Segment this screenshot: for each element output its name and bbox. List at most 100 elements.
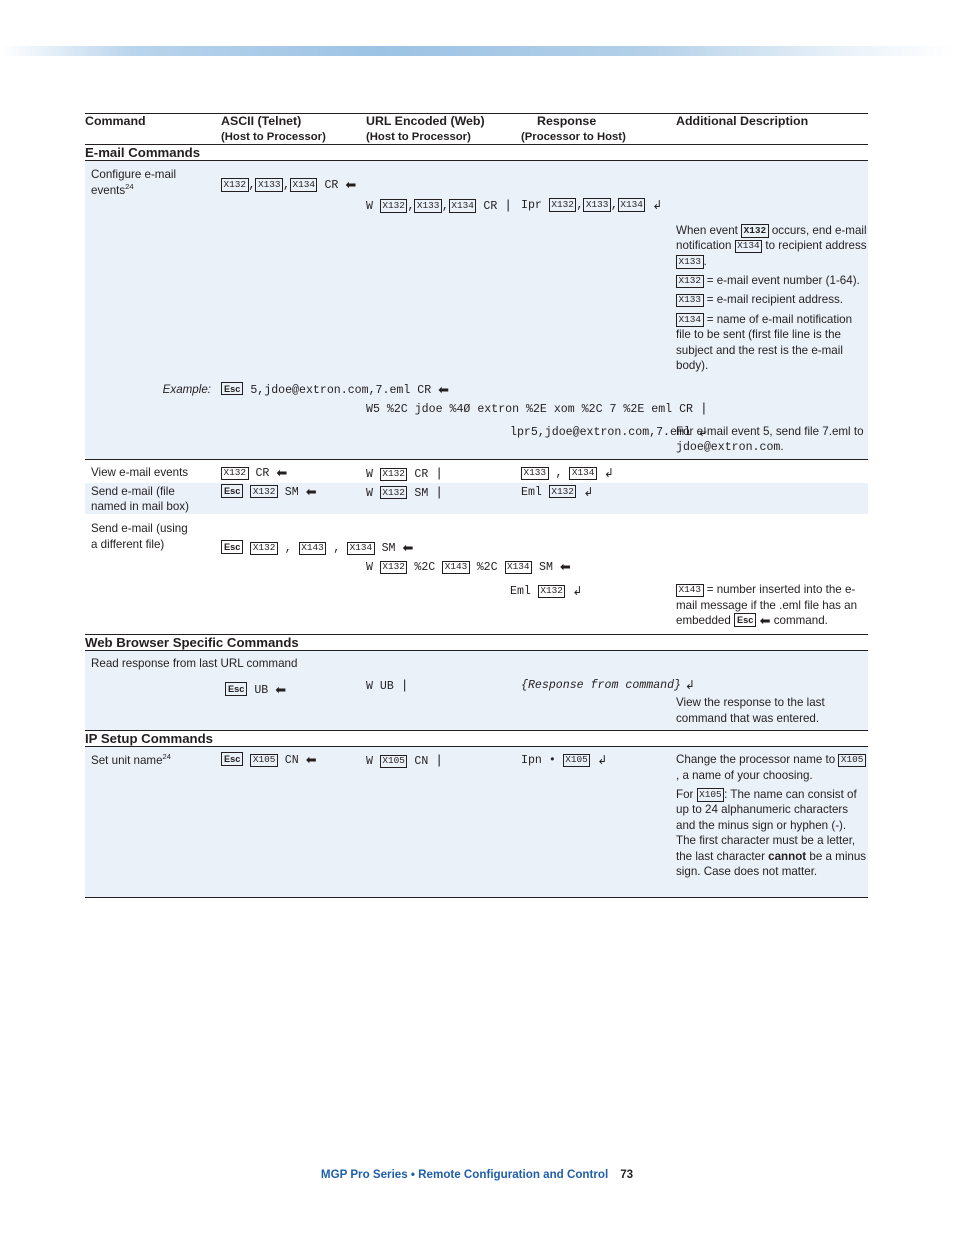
header-command: Command — [85, 113, 221, 145]
page-top-band — [0, 0, 954, 46]
cell-ascii-send-email-different: Esc X132 , X143 , X134 SM ⬅ — [221, 514, 413, 635]
syntax-ascii-read-response: Esc UB ⬅ — [91, 681, 366, 699]
header-url-title: URL Encoded (Web) — [366, 114, 485, 128]
cell-description-configure-email: When event X132 occurs, end e-mail notif… — [676, 160, 868, 377]
cell-ascii-set-unit-name: Esc X105 CN ⬅ — [221, 747, 366, 898]
cell-url-send-email-mailbox: W X132 SM | — [366, 483, 521, 515]
header-additional-description: Additional Description — [676, 113, 868, 145]
cell-ascii-configure-email: X132, X133, X134 CR ⬅ — [221, 160, 366, 377]
syntax-url-set-unit-name: W X105 CN | — [366, 753, 444, 769]
syntax-ascii-view-email: X132 CR ⬅ — [221, 466, 287, 481]
table-row-read-response: Read response from last URL command Esc … — [85, 650, 868, 731]
syntax-ascii-configure-email: X132, X133, X134 CR ⬅ — [221, 178, 356, 193]
cell-description-view-email — [676, 460, 868, 483]
cell-command-send-email-different: Send e-mail (using a different file) — [85, 514, 221, 635]
desc-set-unit-name-1: Change the processor name to X105, a nam… — [676, 752, 868, 783]
cell-url-set-unit-name: W X105 CN | — [366, 747, 521, 898]
desc-line-2: X132 = e-mail event number (1-64). — [676, 273, 868, 288]
header-command-title: Command — [85, 114, 146, 128]
cell-ascii-example: Esc 5,jdoe@extron.com,7.eml CR ⬅ — [221, 378, 449, 460]
description-example: For e-mail event 5, send file 7.eml to j… — [676, 424, 868, 456]
description-set-unit-name: Change the processor name to X105, a nam… — [676, 752, 868, 879]
description-configure-email: When event X132 occurs, end e-mail notif… — [676, 223, 868, 374]
table-row-configure-email-example: Example: Esc 5,jdoe@extron.com,7.eml CR … — [85, 377, 868, 460]
desc-read-response: View the response to the last command th… — [676, 696, 825, 725]
header-ascii-title: ASCII (Telnet) — [221, 114, 302, 128]
cell-description-send-email-mailbox — [676, 483, 868, 515]
section-header-email: E-mail Commands — [85, 144, 868, 161]
cell-response-send-email-mailbox: Eml X132 ↲ — [521, 483, 676, 515]
label-set-unit-name: Set unit name — [91, 753, 163, 767]
header-response-title: Response — [537, 114, 597, 128]
command-reference-table: Command ASCII (Telnet) (Host to Processo… — [85, 113, 868, 898]
example-label: Example: — [162, 382, 211, 396]
cell-ascii-send-email-mailbox: Esc X132 SM ⬅ — [221, 483, 366, 515]
label-send-email-different: Send e-mail (using a different file) — [91, 522, 188, 551]
syntax-response-read-response: {Response from command} ↲ — [521, 678, 695, 693]
cell-response-set-unit-name: Ipn • X105 ↲ — [521, 747, 676, 898]
desc-line-1: When event X132 occurs, end e-mail notif… — [676, 223, 867, 269]
section-header-web: Web Browser Specific Commands — [85, 634, 868, 652]
syntax-url-send-email-mailbox: W X132 SM | — [366, 484, 444, 500]
desc-set-unit-name-2: For X105: The name can consist of up to … — [676, 787, 867, 878]
cell-command-read-response: Read response from last URL command Esc … — [85, 651, 366, 731]
footer-page-number: 73 — [620, 1168, 634, 1181]
table-row-set-unit-name: Set unit name24 Esc X105 CN ⬅ W X105 CN … — [85, 746, 868, 898]
syntax-ascii-send-email-mailbox: Esc X132 SM ⬅ — [221, 483, 317, 500]
header-response: Response (Processor to Host) — [521, 113, 676, 145]
syntax-response-example: lpr5,jdoe@extron.com,7.eml ↲ — [510, 424, 708, 439]
table-row-configure-email: Configure e-mail events24 X132, X133, X134 … — [85, 160, 868, 378]
label-send-email-mailbox: Send e-mail (file named in mail box) — [91, 484, 189, 513]
syntax-response-set-unit-name: Ipn • X105 ↲ — [521, 753, 608, 768]
page-footer: MGP Pro Series • Remote Configuration an… — [0, 1168, 954, 1181]
table-row-send-email-different: Send e-mail (using a different file) Esc … — [85, 514, 868, 635]
desc-line-4: X134 = name of e-mail notification file … — [676, 312, 853, 373]
header-response-sub: (Processor to Host) — [521, 130, 626, 143]
footer-title: MGP Pro Series • Remote Configuration an… — [320, 1168, 609, 1181]
cell-response-view-email: X133 , X134 ↲ — [521, 460, 676, 483]
desc-send-email-different: X143 = number inserted into the e-mail m… — [676, 583, 858, 630]
header-url-sub: (Host to Processor) — [366, 130, 471, 143]
cell-ascii-view-email: X132 CR ⬅ — [221, 460, 366, 483]
desc-example-line: For e-mail event 5, send file 7.eml to j… — [676, 424, 864, 454]
document-page: Command ASCII (Telnet) (Host to Processo… — [0, 0, 954, 1235]
section-label-email: E-mail Commands — [85, 144, 868, 161]
footnote-ref-24a: 24 — [125, 182, 134, 192]
cell-description-read-response: View the response to the last command th… — [676, 651, 868, 731]
cell-url-configure-email: W X132, X133, X134 CR | — [366, 160, 521, 377]
cell-url-view-email: W X132 CR | — [366, 460, 521, 483]
syntax-response-send-email-different: Eml X132 ↲ — [510, 584, 583, 599]
header-url: URL Encoded (Web) (Host to Processor) — [366, 113, 521, 145]
syntax-ascii-example: Esc 5,jdoe@extron.com,7.eml CR ⬅ — [221, 381, 449, 398]
cell-example-label: Example: — [85, 378, 221, 460]
syntax-url-read-response: W UB | — [366, 678, 409, 694]
section-label-web: Web Browser Specific Commands — [85, 634, 868, 652]
header-ascii: ASCII (Telnet) (Host to Processor) — [221, 113, 366, 145]
syntax-url-view-email: W X132 CR | — [366, 466, 444, 482]
description-send-email-different: X143 = number inserted into the e-mail m… — [676, 582, 868, 630]
desc-line-3: X133 = e-mail recipient address. — [676, 292, 868, 308]
syntax-response-configure-email: Ipr X132, X133, X134 ↲ — [521, 197, 663, 212]
syntax-url-send-email-different: W X132 %2C X143 %2C X134 SM ⬅ — [366, 560, 571, 576]
table-row-view-email-events: View e-mail events X132 CR ⬅ W X132 CR |… — [85, 459, 868, 483]
cell-command-configure-email: Configure e-mail events24 — [85, 160, 221, 377]
section-header-ip: IP Setup Commands — [85, 730, 868, 748]
label-view-email-events: View e-mail events — [91, 466, 189, 480]
table-header-row: Command ASCII (Telnet) (Host to Processo… — [85, 113, 868, 145]
syntax-url-configure-email: W X132, X133, X134 CR | — [366, 197, 513, 213]
cell-response-read-response: {Response from command} ↲ — [521, 651, 695, 731]
syntax-ascii-send-email-different: Esc X132 , X143 , X134 SM ⬅ — [221, 540, 413, 556]
syntax-ascii-set-unit-name: Esc X105 CN ⬅ — [221, 752, 317, 768]
footnote-ref-24b: 24 — [162, 752, 171, 762]
description-read-response: View the response to the last command th… — [676, 695, 868, 726]
header-additional-title: Additional Description — [676, 114, 809, 128]
cell-description-set-unit-name: Change the processor name to X105, a nam… — [676, 747, 868, 898]
cell-description-send-email-different: X143 = number inserted into the e-mail m… — [676, 514, 868, 635]
table-row-send-email-mailbox: Send e-mail (file named in mail box) Esc … — [85, 482, 868, 515]
cell-response-configure-email: Ipr X132, X133, X134 ↲ — [521, 160, 676, 377]
cell-command-send-email-mailbox: Send e-mail (file named in mail box) — [85, 483, 221, 515]
label-read-response: Read response from last URL command — [91, 657, 298, 671]
syntax-response-view-email: X133 , X134 ↲ — [521, 466, 614, 480]
cell-url-send-email-different: W X132 %2C X143 %2C X134 SM ⬅ Eml X132 ↲ — [366, 514, 676, 635]
cell-command-set-unit-name: Set unit name24 — [85, 747, 221, 898]
